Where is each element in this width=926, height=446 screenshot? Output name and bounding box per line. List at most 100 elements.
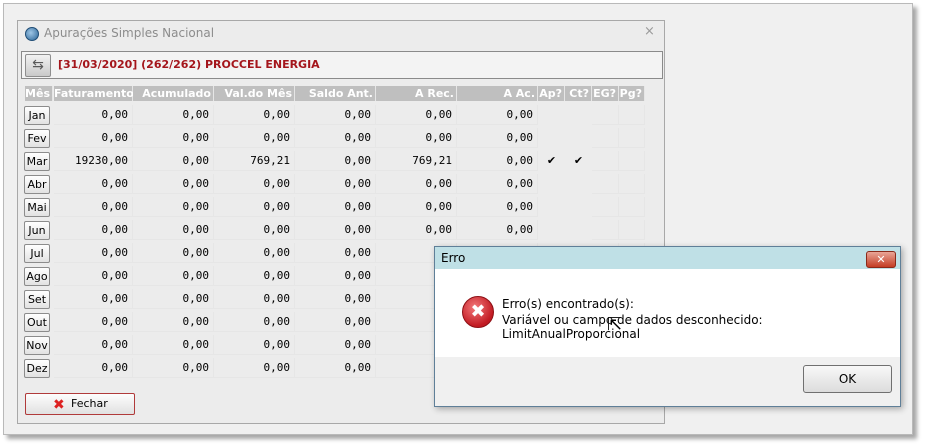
close-icon[interactable]: × xyxy=(644,24,655,39)
cell-a-rec: 0,00 xyxy=(376,174,457,194)
cell-a-ac: 0,00 xyxy=(457,151,538,171)
col-header-pg: Pg? xyxy=(619,86,645,101)
cell-faturamento: 0,00 xyxy=(54,289,133,309)
month-button-dez[interactable]: Dez xyxy=(24,359,50,378)
cell-saldo-ant: 0,00 xyxy=(295,289,376,309)
cell-a-rec: 0,00 xyxy=(376,105,457,125)
dialog-close-button[interactable]: ✕ xyxy=(866,251,896,268)
checkmark-icon xyxy=(565,105,592,125)
cell-pg xyxy=(619,197,645,217)
cell-acumulado: 0,00 xyxy=(133,243,214,263)
cell-acumulado: 0,00 xyxy=(133,197,214,217)
cell-faturamento: 0,00 xyxy=(54,358,133,378)
close-icon: ✖ xyxy=(53,397,65,413)
dialog-title: Erro xyxy=(441,251,466,265)
cell-faturamento: 0,00 xyxy=(54,105,133,125)
cell-acumulado: 0,00 xyxy=(133,312,214,332)
cell-val-mes: 0,00 xyxy=(214,312,295,332)
checkmark-icon xyxy=(565,197,592,217)
app-logo-icon xyxy=(25,27,39,41)
cell-eg xyxy=(592,128,619,148)
cell-acumulado: 0,00 xyxy=(133,220,214,240)
month-button-ago[interactable]: Ago xyxy=(24,267,50,286)
cell-pg xyxy=(619,174,645,194)
cell-pg xyxy=(619,128,645,148)
cell-a-rec: 0,00 xyxy=(376,220,457,240)
cell-saldo-ant: 0,00 xyxy=(295,128,376,148)
cell-saldo-ant: 0,00 xyxy=(295,312,376,332)
month-button-jul[interactable]: Jul xyxy=(24,244,50,263)
col-header-ap: Ap? xyxy=(538,86,565,101)
cell-eg xyxy=(592,174,619,194)
cell-pg xyxy=(619,105,645,125)
cell-acumulado: 0,00 xyxy=(133,266,214,286)
cell-saldo-ant: 0,00 xyxy=(295,151,376,171)
fechar-label: Fechar xyxy=(71,397,108,410)
cell-faturamento: 0,00 xyxy=(54,220,133,240)
error-dialog: Erro ✕ ✖ Erro(s) encontrado(s): Variável… xyxy=(434,246,901,407)
cell-faturamento: 0,00 xyxy=(54,312,133,332)
cell-eg xyxy=(592,105,619,125)
month-button-set[interactable]: Set xyxy=(24,290,50,309)
month-button-mai[interactable]: Mai xyxy=(24,198,50,217)
month-button-jun[interactable]: Jun xyxy=(24,221,50,240)
cell-eg xyxy=(592,151,619,171)
cell-val-mes: 0,00 xyxy=(214,105,295,125)
checkmark-icon xyxy=(538,197,565,217)
swap-company-button[interactable]: ⇆ xyxy=(25,54,51,77)
error-message-title: Erro(s) encontrado(s): xyxy=(502,297,634,311)
cell-saldo-ant: 0,00 xyxy=(295,174,376,194)
cell-val-mes: 769,21 xyxy=(214,151,295,171)
cell-faturamento: 0,00 xyxy=(54,335,133,355)
cell-val-mes: 0,00 xyxy=(214,243,295,263)
cell-faturamento: 0,00 xyxy=(54,266,133,286)
cell-acumulado: 0,00 xyxy=(133,105,214,125)
month-button-mar[interactable]: Mar xyxy=(24,152,50,171)
ok-button[interactable]: OK xyxy=(803,365,892,393)
month-button-fev[interactable]: Fev xyxy=(24,129,50,148)
window-title: Apurações Simples Nacional xyxy=(44,26,215,40)
cell-val-mes: 0,00 xyxy=(214,358,295,378)
col-header-mes: Mês xyxy=(25,86,53,101)
company-header: ⇆ [31/03/2020] (262/262) PROCCEL ENERGIA xyxy=(21,51,663,79)
cell-acumulado: 0,00 xyxy=(133,174,214,194)
month-button-jan[interactable]: Jan xyxy=(24,106,50,125)
col-header-a-ac: A Ac. xyxy=(457,86,538,101)
cell-a-ac: 0,00 xyxy=(457,220,538,240)
cell-acumulado: 0,00 xyxy=(133,335,214,355)
cell-a-ac: 0,00 xyxy=(457,197,538,217)
cell-saldo-ant: 0,00 xyxy=(295,358,376,378)
cell-eg xyxy=(592,197,619,217)
col-header-ct: Ct? xyxy=(565,86,592,101)
mouse-cursor-icon: ⇱ xyxy=(607,314,623,335)
col-header-faturamento: Faturamento xyxy=(54,86,134,101)
cell-saldo-ant: 0,00 xyxy=(295,335,376,355)
checkmark-icon: ✔ xyxy=(573,154,584,167)
cell-saldo-ant: 0,00 xyxy=(295,220,376,240)
cell-faturamento: 19230,00 xyxy=(54,151,133,171)
fechar-button[interactable]: ✖ Fechar xyxy=(25,393,135,415)
cell-acumulado: 0,00 xyxy=(133,151,214,171)
month-button-abr[interactable]: Abr xyxy=(24,175,50,194)
month-button-nov[interactable]: Nov xyxy=(24,336,50,355)
col-header-a-rec: A Rec. xyxy=(376,86,457,101)
cell-saldo-ant: 0,00 xyxy=(295,266,376,286)
dialog-footer: OK xyxy=(435,357,900,406)
cell-faturamento: 0,00 xyxy=(54,243,133,263)
checkmark-icon xyxy=(538,174,565,194)
cell-a-rec: 0,00 xyxy=(376,128,457,148)
cell-pg xyxy=(619,151,645,171)
cell-a-ac: 0,00 xyxy=(457,105,538,125)
cell-acumulado: 0,00 xyxy=(133,128,214,148)
cell-eg xyxy=(592,220,619,240)
month-button-out[interactable]: Out xyxy=(24,313,50,332)
dialog-titlebar: Erro ✕ xyxy=(435,247,900,269)
cell-faturamento: 0,00 xyxy=(54,128,133,148)
col-header-acumulado: Acumulado xyxy=(133,86,214,101)
checkmark-icon xyxy=(538,128,565,148)
error-icon: ✖ xyxy=(462,296,494,328)
cell-acumulado: 0,00 xyxy=(133,358,214,378)
col-header-eg: EG? xyxy=(592,86,619,101)
cell-a-rec: 0,00 xyxy=(376,197,457,217)
company-header-text: [31/03/2020] (262/262) PROCCEL ENERGIA xyxy=(58,58,320,71)
